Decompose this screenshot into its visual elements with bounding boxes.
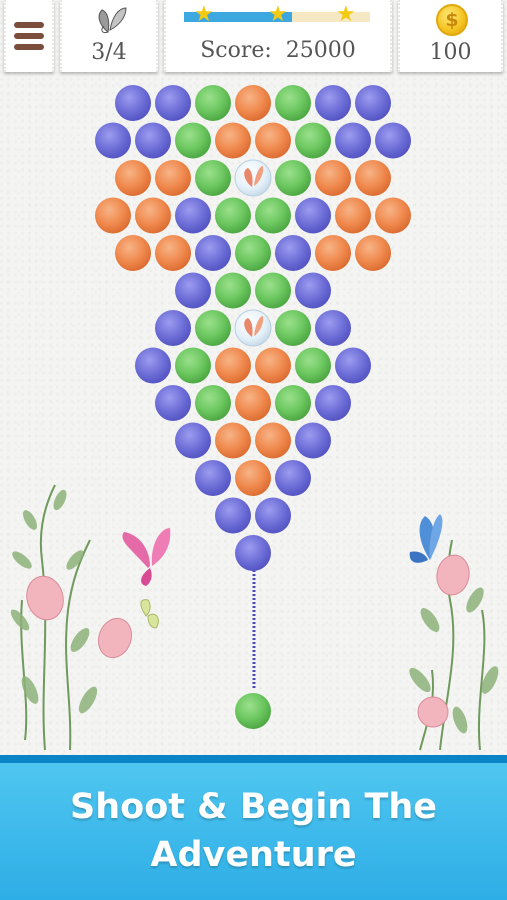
orange-bubble <box>135 197 171 234</box>
orange-bubble <box>115 160 151 196</box>
green-bubble <box>275 385 311 421</box>
star-icon: ★ <box>194 2 214 27</box>
score-value: 25000 <box>285 38 356 63</box>
orange-bubble <box>375 197 411 234</box>
orange-bubble <box>255 422 291 459</box>
orange-bubble <box>235 385 271 421</box>
top-hud: 3/4 ★ ★ ★ Score: 25000 $ 100 <box>0 0 507 75</box>
orange-bubble <box>215 122 251 159</box>
blue-bubble <box>295 197 331 234</box>
blue-bubble <box>135 122 171 159</box>
green-bubble <box>255 197 291 234</box>
blue-bubble <box>195 235 231 271</box>
orange-bubble <box>315 160 351 196</box>
green-bubble <box>295 122 331 159</box>
orange-bubble <box>95 197 131 234</box>
orange-bubble <box>215 422 251 459</box>
score-display: Score: 25000 <box>166 38 390 63</box>
blue-bubble <box>235 535 271 571</box>
orange-bubble <box>235 85 271 121</box>
green-bubble <box>255 272 291 309</box>
trapped-butterfly-bubble <box>234 309 272 347</box>
blue-bubble <box>295 422 331 459</box>
blue-bubble <box>155 85 191 121</box>
orange-bubble <box>215 347 251 384</box>
bubble-board[interactable] <box>0 0 507 760</box>
green-bubble <box>235 235 271 271</box>
blue-bubble <box>315 85 351 121</box>
star-icon: ★ <box>336 2 356 27</box>
green-bubble <box>275 160 311 196</box>
blue-bubble <box>135 347 171 384</box>
blue-bubble <box>355 85 391 121</box>
orange-bubble <box>355 160 391 196</box>
green-bubble <box>275 85 311 121</box>
promo-banner: Shoot & Begin The Adventure <box>0 755 507 900</box>
banner-line-2: Adventure <box>150 834 357 875</box>
orange-bubble <box>115 235 151 271</box>
blue-bubble <box>215 497 251 534</box>
green-bubble <box>215 197 251 234</box>
orange-bubble <box>315 235 351 271</box>
blue-bubble <box>315 385 351 421</box>
gold-coin-icon: $ <box>436 4 468 36</box>
blue-bubble <box>275 460 311 496</box>
blue-bubble <box>155 385 191 421</box>
butterfly-icon <box>98 7 127 33</box>
blue-bubble <box>255 497 291 534</box>
banner-text: Shoot & Begin The Adventure <box>70 783 437 879</box>
blue-bubble <box>335 347 371 384</box>
blue-bubble <box>175 272 211 309</box>
blue-bubble <box>295 272 331 309</box>
menu-card <box>4 0 54 72</box>
trapped-butterfly-bubble <box>234 159 272 197</box>
coin-count: 100 <box>429 40 472 65</box>
orange-bubble <box>155 235 191 271</box>
hamburger-menu-icon[interactable] <box>14 22 44 50</box>
blue-bubble <box>195 460 231 496</box>
orange-bubble <box>255 347 291 384</box>
butterfly-count: 3/4 <box>91 40 127 65</box>
banner-line-1: Shoot & Begin The <box>70 786 437 827</box>
star-icon: ★ <box>268 2 288 27</box>
coin-card[interactable]: $ 100 <box>398 0 503 72</box>
green-bubble <box>275 310 311 346</box>
green-bubble <box>195 385 231 421</box>
orange-bubble <box>335 197 371 234</box>
blue-bubble <box>115 85 151 121</box>
blue-bubble <box>275 235 311 271</box>
orange-bubble <box>155 160 191 196</box>
green-bubble <box>195 310 231 346</box>
blue-bubble <box>375 122 411 159</box>
green-bubble <box>215 272 251 309</box>
butterfly-counter: 3/4 <box>60 0 158 72</box>
green-bubble <box>195 85 231 121</box>
orange-bubble <box>255 122 291 159</box>
orange-bubble <box>355 235 391 271</box>
green-bubble <box>195 160 231 196</box>
blue-bubble <box>335 122 371 159</box>
blue-bubble <box>175 197 211 234</box>
blue-bubble <box>175 422 211 459</box>
score-card: ★ ★ ★ Score: 25000 <box>164 0 392 72</box>
green-bubble <box>295 347 331 384</box>
shooter-bubble[interactable] <box>235 693 271 729</box>
score-label: Score: <box>200 38 272 63</box>
green-bubble <box>175 122 211 159</box>
blue-bubble <box>155 310 191 346</box>
orange-bubble <box>235 460 271 496</box>
green-bubble <box>175 347 211 384</box>
blue-bubble <box>95 122 131 159</box>
blue-bubble <box>315 310 351 346</box>
